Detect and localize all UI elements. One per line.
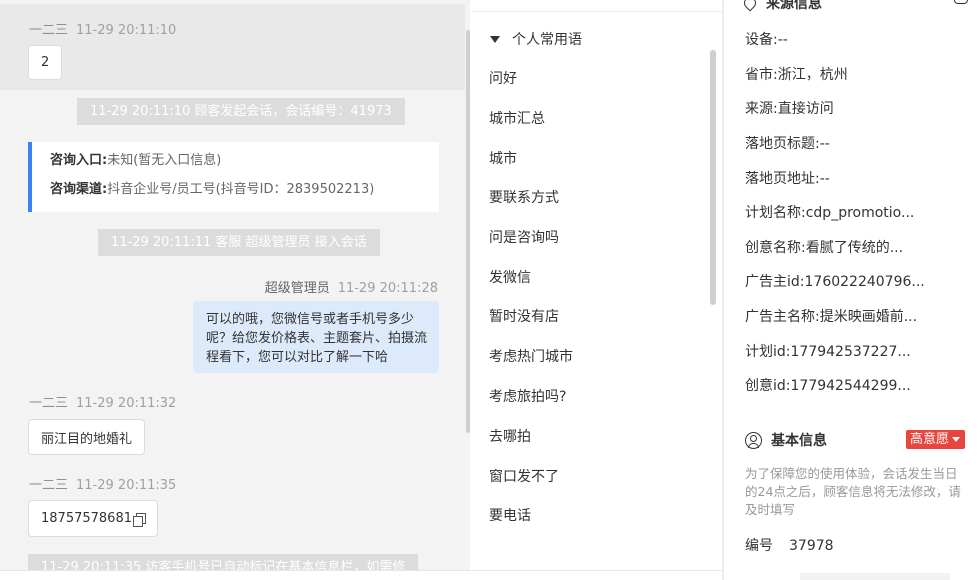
message-text: 丽江目的地婚礼 [41,431,133,447]
source-field: 落地页地址:-- [745,171,830,187]
consult-info-card: 咨询入口:未知(暂无入口信息) 咨询渠道:抖音企业号/员工号(抖音号ID：283… [28,142,439,212]
system-banner-agent: 11-29 20:11:11 客服 超级管理员 接入会话 [98,229,380,256]
intent-level-dropdown[interactable]: 高意愿 [906,430,966,449]
source-field: 来源:直接访问 [745,101,834,117]
sender-name: 一二三 [29,23,69,38]
phrases-group-header[interactable]: 个人常用语 [490,29,582,49]
sender-name: 一二三 [29,396,69,411]
edit-deadline-notice: 为了保障您的使用体验，会话发生当日的24点之后，顾客信息将无法修改，请及时填写 [745,466,961,517]
phrase-item[interactable]: 去哪拍 [489,426,531,446]
message-text: 可以的哦，您微信号或者手机号多少呢？给您发价格表、主题套片、拍摄流程看下，您可以… [206,312,428,365]
next-field-input[interactable] [800,573,950,580]
customer-id-label: 编号 [745,538,773,554]
system-banner-start: 11-29 20:11:10 顾客发起会话，会话编号：41973 [77,98,405,125]
source-info-title: 来源信息 [766,0,822,12]
agent-name: 超级管理员 [264,281,330,296]
user-circle-icon [745,431,762,449]
agent-message-meta: 超级管理员 11-29 20:11:28 [265,277,438,296]
customer-id-row: 编号 37978 [745,535,834,555]
location-pin-icon [741,0,759,12]
input-toolbar [0,570,722,580]
source-field: 广告主id:176022240796... [745,274,925,290]
visitor-message[interactable]: 18757578681 [28,500,158,537]
copy-icon[interactable] [132,512,146,527]
caret-down-icon [490,35,500,43]
agent-message[interactable]: 可以的哦，您微信号或者手机号多少呢？给您发价格表、主题套片、拍摄流程看下，您可以… [193,301,439,373]
source-field: 计划id:177942537227... [745,344,911,360]
phrase-item[interactable]: 考虑热门城市 [489,346,573,366]
source-field: 设备:-- [745,32,788,48]
source-field: 广告主名称:提米映画婚前... [745,309,918,325]
phrase-item[interactable]: 窗口发不了 [489,466,559,486]
message-time: 11-29 20:11:32 [76,396,177,411]
source-field: 计划名称:cdp_promotio... [745,205,915,221]
phrase-item[interactable]: 考虑旅拍吗? [489,386,566,406]
consult-entry-row: 咨询入口:未知(暂无入口信息) [50,153,222,168]
message-text: 18757578681 [41,511,132,526]
source-info-header: 来源信息 [741,0,822,13]
message-text: 2 [41,55,50,70]
source-field: 创意id:177942544299... [745,378,911,394]
phrase-item[interactable]: 城市 [489,148,517,168]
common-phrases-panel: 个人常用语 问好 城市汇总 城市 要联系方式 问是咨询吗 发微信 暂时没有店 考… [472,0,722,570]
visitor-message[interactable]: 2 [28,45,63,80]
chat-scrollbar[interactable] [466,30,470,433]
message-time: 11-29 20:11:10 [76,23,177,38]
source-field: 省市:浙江，杭州 [745,67,848,83]
phrase-item[interactable]: 发微信 [489,267,531,287]
customer-info-panel: 来源信息 设备:-- 省市:浙江，杭州 来源:直接访问 落地页标题:-- 落地页… [724,0,980,580]
message-meta: 一二三 11-29 20:11:35 [29,474,176,493]
visitor-message[interactable]: 丽江目的地婚礼 [28,419,146,455]
phrase-item[interactable]: 问是咨询吗 [489,227,559,247]
phrase-item[interactable]: 要电话 [489,505,531,525]
message-time: 11-29 20:11:35 [76,478,177,493]
intent-level-label: 高意愿 [910,432,950,447]
source-field: 创意名称:看腻了传统的... [745,240,904,256]
message-meta: 一二三 11-29 20:11:32 [29,392,176,411]
dropdown-arrow-icon [952,437,961,442]
customer-id-value: 37978 [789,538,834,554]
phrase-item[interactable]: 问好 [489,68,517,88]
source-field: 落地页标题:-- [745,136,830,152]
phrases-scrollbar[interactable] [710,50,716,305]
message-highlight [0,4,465,90]
basic-info-header: 基本信息 [745,430,827,450]
message-meta: 一二三 11-29 20:11:10 [29,19,176,38]
basic-info-title: 基本信息 [771,433,827,449]
phrase-item[interactable]: 要联系方式 [489,187,559,207]
bag-icon[interactable] [954,0,968,4]
phrase-item[interactable]: 城市汇总 [489,108,545,128]
consult-channel-row: 咨询渠道:抖音企业号/员工号(抖音号ID：2839502213) [50,182,375,197]
chat-panel: 一二三 11-29 20:11:10 2 11-29 20:11:10 顾客发起会… [0,0,470,580]
divider [472,11,722,12]
sender-name: 一二三 [29,478,69,493]
message-time: 11-29 20:11:28 [337,281,438,296]
phrase-item[interactable]: 暂时没有店 [489,306,559,326]
phrases-group-title: 个人常用语 [512,32,582,48]
